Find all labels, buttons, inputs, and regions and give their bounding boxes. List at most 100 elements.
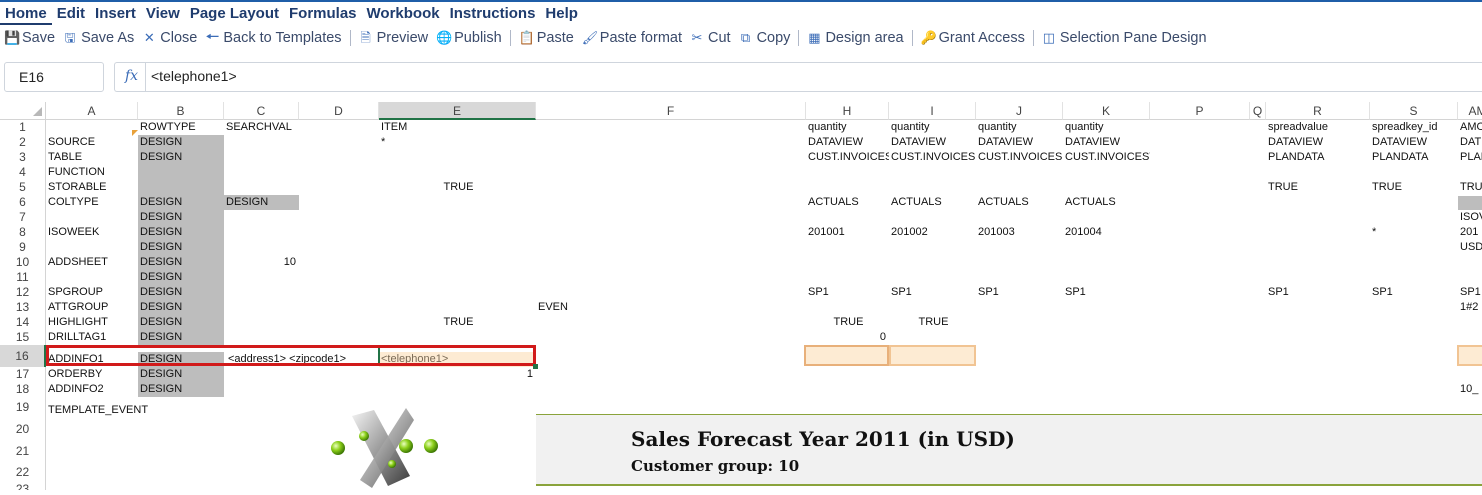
cell-k2[interactable]: DATAVIEW	[1063, 135, 1150, 150]
cell-a14[interactable]: HIGHLIGHT	[46, 315, 138, 330]
cell-h8[interactable]: 201001	[806, 225, 889, 240]
row-header-13[interactable]: 13	[0, 300, 46, 315]
close-button[interactable]: ✕ Close	[138, 26, 201, 50]
cell-h12[interactable]: SP1	[806, 285, 889, 300]
cell-a3[interactable]: TABLE	[46, 150, 138, 165]
menu-view[interactable]: View	[141, 3, 185, 25]
cell-e2[interactable]: *	[379, 135, 536, 150]
cell-s5[interactable]: TRUE	[1370, 180, 1458, 195]
row-header-16[interactable]: 16	[0, 345, 46, 367]
selection-pane-design-button[interactable]: ◫ Selection Pane Design	[1038, 26, 1211, 50]
cell-i12[interactable]: SP1	[889, 285, 976, 300]
cell-e14[interactable]: TRUE	[379, 315, 536, 330]
cell-i16[interactable]	[889, 345, 976, 366]
cell-b3[interactable]: DESIGN	[138, 150, 224, 165]
cell-b7[interactable]: DESIGN	[138, 210, 224, 225]
cell-b1[interactable]: ROWTYPE	[138, 120, 224, 135]
cell-k8[interactable]: 201004	[1063, 225, 1150, 240]
cell-a8[interactable]: ISOWEEK	[46, 225, 138, 240]
row-header-20[interactable]: 20	[0, 418, 46, 440]
cell-s2[interactable]: DATAVIEW	[1370, 135, 1458, 150]
column-header-b[interactable]: B	[138, 102, 224, 120]
cell-am1[interactable]: AMO	[1458, 120, 1482, 135]
menu-help[interactable]: Help	[540, 3, 583, 25]
menu-formulas[interactable]: Formulas	[284, 3, 362, 25]
cell-j12[interactable]: SP1	[976, 285, 1063, 300]
cell-s12[interactable]: SP1	[1370, 285, 1458, 300]
cell-i3[interactable]: CUST.INVOICES	[889, 150, 976, 165]
cell-h16[interactable]	[804, 345, 889, 366]
row-header-6[interactable]: 6	[0, 195, 46, 210]
column-header-i[interactable]: I	[889, 102, 976, 120]
select-all-corner[interactable]	[0, 102, 46, 120]
row-header-9[interactable]: 9	[0, 240, 46, 255]
cell-k1[interactable]: quantity	[1063, 120, 1150, 135]
cell-i1[interactable]: quantity	[889, 120, 976, 135]
row-header-18[interactable]: 18	[0, 382, 46, 397]
cell-b11[interactable]: DESIGN	[138, 270, 224, 285]
cell-a12[interactable]: SPGROUP	[46, 285, 138, 300]
cell-f13[interactable]: EVEN	[536, 300, 806, 315]
cell-i6[interactable]: ACTUALS	[889, 195, 976, 210]
column-header-p[interactable]: P	[1150, 102, 1250, 120]
cell-b9[interactable]: DESIGN	[138, 240, 224, 255]
cell-e17[interactable]: 1	[379, 367, 536, 382]
cell-b13[interactable]: DESIGN	[138, 300, 224, 315]
cell-j1[interactable]: quantity	[976, 120, 1063, 135]
column-header-c[interactable]: C	[224, 102, 299, 120]
cell-s1[interactable]: spreadkey_id	[1370, 120, 1458, 135]
cell-r3[interactable]: PLANDATA	[1266, 150, 1370, 165]
cell-h14[interactable]: TRUE	[806, 315, 889, 330]
cell-j3[interactable]: CUST.INVOICES	[976, 150, 1063, 165]
cell-b10[interactable]: DESIGN	[138, 255, 224, 270]
row-header-8[interactable]: 8	[0, 225, 46, 240]
cell-b6[interactable]: DESIGN	[138, 195, 224, 210]
paste-button[interactable]: 📋 Paste	[515, 26, 578, 50]
cell-j6[interactable]: ACTUALS	[976, 195, 1063, 210]
cell-b12[interactable]: DESIGN	[138, 285, 224, 300]
row-header-17[interactable]: 17	[0, 367, 46, 382]
row-header-10[interactable]: 10	[0, 255, 46, 270]
formula-input[interactable]: fx <telephone1>	[114, 62, 1482, 92]
cell-r5[interactable]: TRUE	[1266, 180, 1370, 195]
column-header-r[interactable]: R	[1266, 102, 1370, 120]
copy-button[interactable]: ⧉ Copy	[735, 26, 795, 50]
design-area-button[interactable]: ▦ Design area	[803, 26, 907, 50]
row-header-14[interactable]: 14	[0, 315, 46, 330]
menu-home[interactable]: Home	[0, 3, 52, 25]
cell-h3[interactable]: CUST.INVOICES	[806, 150, 889, 165]
fill-handle[interactable]	[533, 364, 538, 369]
cell-k3[interactable]: CUST.INVOICESTAT	[1063, 150, 1150, 165]
cell-h1[interactable]: quantity	[806, 120, 889, 135]
cell-i8[interactable]: 201002	[889, 225, 976, 240]
cell-a4[interactable]: FUNCTION	[46, 165, 138, 180]
column-header-h[interactable]: H	[806, 102, 889, 120]
cell-am5[interactable]: TRU	[1458, 180, 1482, 195]
cell-b8[interactable]: DESIGN	[138, 225, 224, 240]
menu-instructions[interactable]: Instructions	[445, 3, 541, 25]
row-header-22[interactable]: 22	[0, 462, 46, 483]
cell-h2[interactable]: DATAVIEW	[806, 135, 889, 150]
row-header-11[interactable]: 11	[0, 270, 46, 285]
row-header-2[interactable]: 2	[0, 135, 46, 150]
cell-k6[interactable]: ACTUALS	[1063, 195, 1150, 210]
cell-a2[interactable]: SOURCE	[46, 135, 138, 150]
cell-am13[interactable]: 1#2	[1458, 300, 1482, 315]
cell-r2[interactable]: DATAVIEW	[1266, 135, 1370, 150]
cell-b18[interactable]: DESIGN	[138, 382, 224, 397]
cell-c10[interactable]: 10	[224, 255, 299, 270]
save-button[interactable]: 💾 Save	[0, 26, 59, 50]
cell-b17[interactable]: DESIGN	[138, 367, 224, 382]
back-to-templates-button[interactable]: 🠔 Back to Templates	[201, 26, 345, 50]
paste-format-button[interactable]: 🖌 Paste format	[578, 26, 686, 50]
column-header-am[interactable]: AM	[1458, 102, 1482, 120]
row-header-19[interactable]: 19	[0, 397, 46, 418]
cell-s8[interactable]: *	[1370, 225, 1458, 240]
column-header-d[interactable]: D	[299, 102, 379, 120]
menu-edit[interactable]: Edit	[52, 3, 90, 25]
cell-am2[interactable]: DAT	[1458, 135, 1482, 150]
cell-am8[interactable]: 201	[1458, 225, 1482, 240]
column-header-a[interactable]: A	[46, 102, 138, 120]
menu-page-layout[interactable]: Page Layout	[185, 3, 284, 25]
save-as-button[interactable]: 🖫 Save As	[59, 26, 138, 50]
